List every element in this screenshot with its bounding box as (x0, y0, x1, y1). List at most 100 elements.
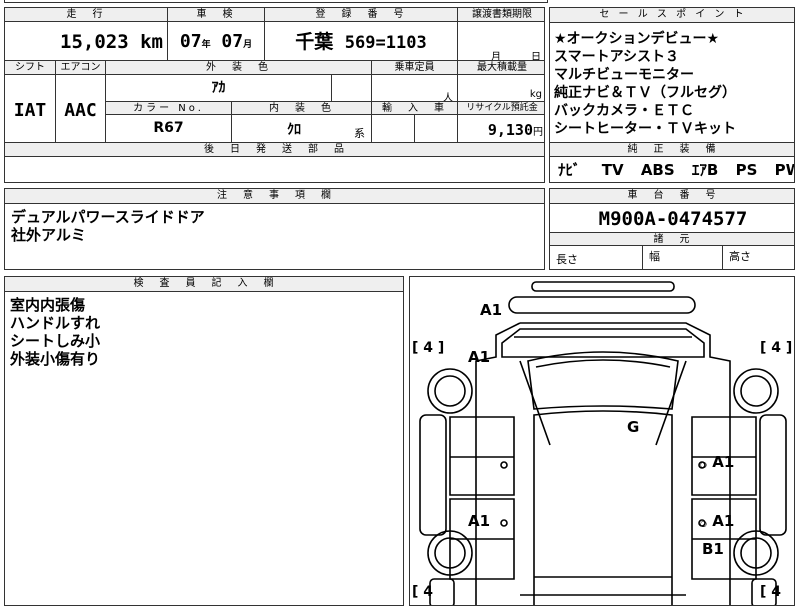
car-diagram-panel: [ 4 ] [ 4 ] [ 4 [ 4 A1 A1 G ○ A1 A1 ○ A1… (409, 276, 795, 606)
damage-mark-right-rear-door-text: A1 (712, 512, 735, 530)
mileage-unit: km (140, 31, 163, 53)
max-load-header: 最大積載量 (457, 61, 544, 75)
front-right-tire-label: [ 4 ] (760, 340, 793, 356)
rear-right-tire-label: [ 4 (760, 584, 782, 600)
chassis-header: 車 台 番 号 (550, 189, 794, 204)
deadline-day-unit: 日 (531, 52, 541, 60)
capacity-unit: 人 (443, 93, 453, 101)
damage-mark-right-rear-door: ○ A1 (700, 512, 735, 530)
dimension-length: 長さ (556, 253, 578, 266)
notes-list: デュアルパワースライドドア 社外アルミ (11, 208, 541, 268)
equipment-abs: ABS (640, 161, 675, 179)
aircon-header: エアコン (55, 61, 105, 75)
year-unit: 年 (201, 40, 211, 50)
rear-left-tire-label: [ 4 (412, 584, 434, 600)
transfer-deadline-header: 譲渡書類期限 (457, 8, 544, 22)
chassis-panel: 車 台 番 号 M900A-0474577 諸 元 長さ 幅 高さ (549, 188, 795, 270)
damage-mark-front-bumper: A1 (480, 301, 503, 319)
damage-mark-right-front-door: ○ A1 (700, 453, 735, 471)
capacity-header: 乗車定員 (371, 61, 457, 75)
damage-mark-right-front-door-text: A1 (712, 453, 735, 471)
front-bumper-bar (531, 281, 675, 292)
sales-point-item: バックカメラ・ＥＴＣ (554, 103, 694, 119)
car-diagram (419, 281, 787, 605)
vehicle-info-panel: 走 行 車 検 登 録 番 号 譲渡書類期限 15,023 km 07年 07月… (4, 7, 545, 183)
exterior-color-header: 外 装 色 (105, 61, 371, 75)
sales-points-header: セ ー ル ス ポ イ ン ト (550, 8, 794, 23)
top-strip (4, 0, 548, 3)
plate-number: 569 (344, 33, 376, 53)
sales-point-item: マルチビューモニター (554, 67, 694, 83)
sales-point-item: シートヒーター・ＴＶキット (554, 121, 736, 137)
sales-point-item: スマートアシスト３ (554, 49, 680, 65)
recycle-fee-unit: 円 (533, 127, 543, 138)
left-front-door (449, 416, 515, 496)
notes-header: 注 意 事 項 欄 (5, 189, 544, 204)
dimension-width: 幅 (642, 246, 722, 269)
imported-header: 輸 入 車 (371, 102, 457, 115)
inspection-month: 07 (221, 31, 244, 52)
inspector-notes-panel: 検 査 員 記 入 欄 室内内張傷 ハンドルすれ シートしみ小 外装小傷有り (4, 276, 404, 606)
note-item: 社外アルミ (11, 226, 86, 244)
inspector-note-item: 外装小傷有り (10, 350, 101, 368)
damage-mark-left-rear-door: A1 (468, 512, 491, 530)
license-plate: 千葉 569=1103 (264, 22, 457, 60)
inspection-header: 車 検 (167, 8, 264, 22)
interior-color-value: ｸﾛ 系 (231, 115, 371, 142)
inspection-value: 07年 07月 (167, 22, 264, 60)
recycle-fee-value: 9,130円 (457, 115, 544, 142)
damage-mark-front-left-fender: A1 (468, 348, 491, 366)
max-load-unit: kg (529, 89, 542, 100)
imported-value-a (371, 115, 414, 142)
dimension-height: 高さ (722, 246, 794, 269)
recycle-fee-number: 9,130 (487, 121, 533, 139)
front-left-tire-label: [ 4 ] (412, 340, 445, 356)
inspector-notes-list: 室内内張傷 ハンドルすれ シートしみ小 外装小傷有り (10, 296, 400, 396)
sales-points-panel: セ ー ル ス ポ イ ン ト ★オークションデビュー★ スマートアシスト３ マ… (549, 7, 795, 183)
interior-color-header: 内 装 色 (231, 102, 371, 115)
note-item: デュアルパワースライドドア (11, 208, 205, 226)
front-grille (508, 296, 696, 314)
month-unit: 月 (243, 40, 253, 50)
mileage-number: 15,023 (60, 31, 129, 53)
sales-point-item: ★オークションデビュー★ (554, 31, 720, 47)
sales-point-item: 純正ナビ＆ＴＶ（フルセグ） (554, 85, 736, 101)
interior-color-suffix: 系 (354, 127, 365, 140)
notes-panel: 注 意 事 項 欄 デュアルパワースライドドア 社外アルミ (4, 188, 545, 270)
color-no-header: カラー No. (105, 102, 231, 115)
imported-value-b (414, 115, 457, 142)
equipment-ps: PS (735, 161, 758, 179)
chassis-number: M900A-0474577 (598, 208, 748, 230)
equipment-tv: TV (601, 161, 624, 179)
registration-header: 登 録 番 号 (264, 8, 457, 22)
inspector-note-item: 室内内張傷 (10, 296, 86, 314)
plate-serial: 1103 (385, 33, 427, 53)
plate-region: 千葉 (295, 31, 334, 53)
later-parts-value (5, 157, 544, 182)
standard-equipment-list: ﾅﾋﾞ TV ABS ｴｱB PS PW (558, 158, 794, 182)
dimension-height-label: 高さ (729, 250, 751, 263)
exterior-color-value: ｱｶ (105, 75, 331, 101)
exterior-color-extra (331, 75, 371, 101)
inspection-year: 07 (179, 31, 202, 52)
damage-mark-roof: G (627, 418, 640, 436)
deadline-month-unit: 月 (491, 52, 501, 60)
inspector-notes-header: 検 査 員 記 入 欄 (5, 277, 403, 292)
mileage-value: 15,023 km (5, 22, 167, 60)
damage-mark-right-rear-quarter: B1 (702, 540, 724, 558)
later-parts-header: 後 日 発 送 部 品 (5, 143, 544, 157)
interior-color-text: ｸﾛ (287, 122, 301, 138)
right-side-skirt (759, 414, 787, 536)
inspector-note-item: ハンドルすれ (10, 314, 101, 332)
mileage-header: 走 行 (5, 8, 167, 22)
transfer-deadline-value: 月 日 (457, 22, 544, 60)
sales-points-list: ★オークションデビュー★ スマートアシスト３ マルチビューモニター 純正ナビ＆Ｔ… (554, 30, 794, 142)
shift-header: シフト (5, 61, 55, 75)
recycle-fee-header: リサイクル預託金 (457, 102, 544, 115)
dimension-width-label: 幅 (649, 250, 660, 263)
inspector-note-item: シートしみ小 (10, 332, 101, 350)
equipment-pw: PW (774, 161, 794, 179)
color-no-value: R67 (105, 115, 231, 142)
left-side-skirt (419, 414, 447, 536)
standard-equipment-header: 純 正 装 備 (550, 142, 794, 157)
